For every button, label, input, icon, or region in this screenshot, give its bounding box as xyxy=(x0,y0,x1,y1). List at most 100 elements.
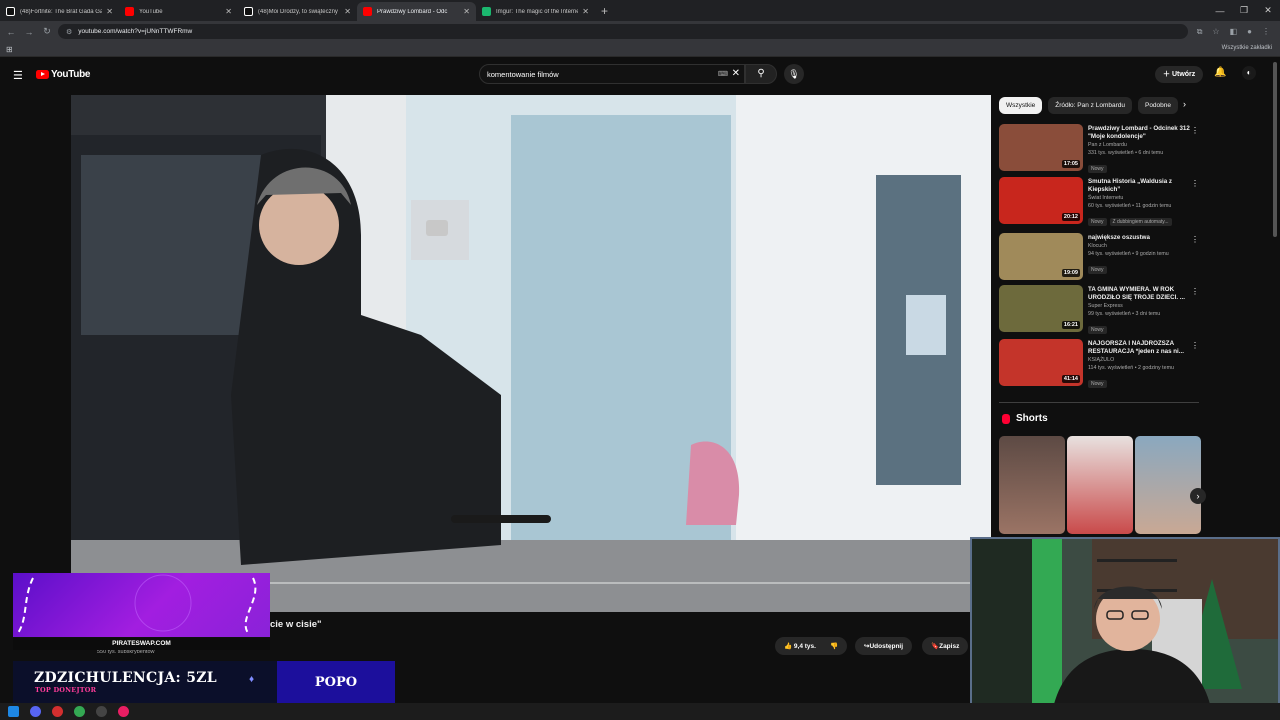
new-tab-button[interactable]: + xyxy=(601,4,608,18)
youtube-header: ☰ YouTube komentowanie filmów ⌨ ✕ ⚲ 🎙 ＋ … xyxy=(0,57,1280,92)
recommendation-info: największe oszustwa Klocuch 94 tys. wyśw… xyxy=(1088,234,1192,276)
video-thumbnail[interactable]: 20:12 xyxy=(999,177,1083,224)
notifications-bell-icon[interactable]: 🔔 xyxy=(1214,67,1226,78)
more-options-icon[interactable]: ⋮ xyxy=(1191,179,1199,188)
menu-kebab-icon[interactable]: ⋮ xyxy=(1262,27,1270,36)
recommendation-title[interactable]: Smutna Historia „Waldusia z Kiepskich” xyxy=(1088,178,1192,194)
video-player[interactable] xyxy=(71,95,991,612)
chip-similar[interactable]: Podobne xyxy=(1137,97,1179,114)
search-button[interactable]: ⚲ xyxy=(745,64,777,84)
obs-icon[interactable] xyxy=(96,706,107,717)
channel-name[interactable]: Pan z Lombardu xyxy=(1088,141,1192,149)
short-thumbnail[interactable] xyxy=(1135,436,1201,534)
close-tab-icon[interactable]: ✕ xyxy=(344,7,351,16)
more-options-icon[interactable]: ⋮ xyxy=(1191,235,1199,244)
url-text: youtube.com/watch?v=jUNnTTWFRmw xyxy=(78,28,193,35)
account-avatar[interactable]: ◐ xyxy=(1242,66,1256,80)
dislike-button[interactable]: 👎 xyxy=(830,642,838,650)
opera-icon[interactable] xyxy=(52,706,63,717)
channel-name[interactable]: Klocuch xyxy=(1088,242,1192,250)
share-label: Udostępnij xyxy=(869,642,904,650)
app-icon[interactable] xyxy=(118,706,129,717)
recommendation-title[interactable]: TA GMINA WYMIERA. W ROK URODZIŁO SIĘ TRO… xyxy=(1088,286,1192,302)
duration-badge: 20:12 xyxy=(1061,213,1080,221)
close-tab-icon[interactable]: ✕ xyxy=(106,7,113,16)
video-meta: 94 tys. wyświetleń • 9 godzin temu xyxy=(1088,251,1169,257)
browser-tab[interactable]: (48)Fortnite: The Brat Gada Gaa ✕ xyxy=(0,2,119,21)
all-bookmarks-link[interactable]: Wszystkie zakładki xyxy=(1222,45,1272,51)
new-badge: Nowy xyxy=(1088,326,1107,334)
recommendation-item[interactable]: 16:21 TA GMINA WYMIERA. W ROK URODZIŁO S… xyxy=(999,285,1199,335)
close-tab-icon[interactable]: ✕ xyxy=(463,7,470,16)
tab-title: Prawdziwy Lombard - Odc xyxy=(377,8,448,15)
forward-icon[interactable]: → xyxy=(20,27,38,37)
video-thumbnail[interactable]: 16:21 xyxy=(999,285,1083,332)
recommendation-title[interactable]: największe oszustwa xyxy=(1088,234,1192,242)
address-bar[interactable]: ⚙ youtube.com/watch?v=jUNnTTWFRmw xyxy=(58,24,1188,39)
site-info-icon[interactable]: ⚙ xyxy=(66,28,72,36)
close-tab-icon[interactable]: ✕ xyxy=(225,7,232,16)
profile-icon[interactable]: ● xyxy=(1247,27,1252,36)
video-thumbnail[interactable]: 41:14 xyxy=(999,339,1083,386)
extensions-icon[interactable]: ◧ xyxy=(1230,27,1238,36)
browser-tab[interactable]: Imgur: The magic of the Interne ✕ xyxy=(476,2,595,21)
channel-name[interactable]: KSIĄŻULO xyxy=(1088,356,1192,364)
install-icon[interactable]: ⧉ xyxy=(1197,27,1203,37)
channel-name[interactable]: Świat Internetu xyxy=(1088,194,1192,202)
video-thumbnail[interactable]: 17:05 xyxy=(999,124,1083,171)
minimize-icon[interactable]: — xyxy=(1208,6,1232,16)
save-button[interactable]: 🔖 Zapisz xyxy=(922,637,969,655)
share-button[interactable]: ↪ Udostępnij xyxy=(855,637,913,655)
back-icon[interactable]: ← xyxy=(2,27,20,37)
video-thumbnail[interactable]: 19:09 xyxy=(999,233,1083,280)
voice-search-button[interactable]: 🎙 xyxy=(784,64,804,84)
browser-tab[interactable]: YouTube ✕ xyxy=(119,2,238,21)
recommendation-info: TA GMINA WYMIERA. W ROK URODZIŁO SIĘ TRO… xyxy=(1088,286,1192,336)
duration-badge: 17:05 xyxy=(1061,160,1080,168)
more-options-icon[interactable]: ⋮ xyxy=(1191,126,1199,135)
recommendation-item[interactable]: 17:05 Prawdziwy Lombard - Odcinek 312 "M… xyxy=(999,124,1199,174)
bookmarks-bar: ⊞ Wszystkie zakładki xyxy=(0,42,1280,57)
discord-icon[interactable] xyxy=(30,706,41,717)
browser-tab-active[interactable]: Prawdziwy Lombard - Odc ✕ xyxy=(357,2,476,21)
toolbar-icons: ⧉ ☆ ◧ ● ⋮ xyxy=(1197,24,1270,39)
youtube-logo-text: YouTube xyxy=(51,69,91,80)
hamburger-menu-icon[interactable]: ☰ xyxy=(13,69,23,82)
youtube-logo[interactable]: YouTube xyxy=(36,69,91,80)
os-taskbar xyxy=(0,703,1280,720)
like-button[interactable]: 👍 9,4 tys. xyxy=(784,642,816,650)
video-meta: 99 tys. wyświetleń • 3 dni temu xyxy=(1088,311,1161,317)
chrome-icon[interactable] xyxy=(74,706,85,717)
reload-icon[interactable]: ↻ xyxy=(38,26,56,37)
window-controls: — ❐ ✕ xyxy=(1208,0,1280,21)
chevron-right-icon[interactable]: › xyxy=(1190,488,1206,504)
windows-start-icon[interactable] xyxy=(8,706,19,717)
video-meta: 331 tys. wyświetleń • 6 dni temu xyxy=(1088,150,1164,156)
short-thumbnail[interactable] xyxy=(1067,436,1133,534)
short-thumbnail[interactable] xyxy=(999,436,1065,534)
recommendation-title[interactable]: NAJGORSZA I NAJDROŻSZA RESTAURACJA *jede… xyxy=(1088,340,1192,356)
page-scrollbar[interactable] xyxy=(1273,62,1277,237)
keyboard-icon[interactable]: ⌨ xyxy=(718,70,728,78)
bookmark-star-icon[interactable]: ☆ xyxy=(1212,27,1219,36)
create-button[interactable]: ＋ Utwórz xyxy=(1155,66,1204,83)
chip-all[interactable]: Wszystkie xyxy=(999,97,1043,114)
chevron-right-icon[interactable]: › xyxy=(1183,99,1186,109)
apps-grid-icon[interactable]: ⊞ xyxy=(6,45,13,54)
close-tab-icon[interactable]: ✕ xyxy=(582,7,589,16)
recommendation-item[interactable]: 20:12 Smutna Historia „Waldusia z Kiepsk… xyxy=(999,177,1199,227)
tab-title: (48)Moi Drodzy, to świąteczny xyxy=(258,8,338,15)
recommendation-title[interactable]: Prawdziwy Lombard - Odcinek 312 "Moje ko… xyxy=(1088,125,1192,141)
recommendation-item[interactable]: 19:09 największe oszustwa Klocuch 94 tys… xyxy=(999,233,1199,283)
clear-search-icon[interactable]: ✕ xyxy=(732,68,740,79)
browser-tab[interactable]: (48)Moi Drodzy, to świąteczny ✕ xyxy=(238,2,357,21)
maximize-icon[interactable]: ❐ xyxy=(1232,5,1256,16)
channel-name[interactable]: Super Express xyxy=(1088,302,1192,310)
more-options-icon[interactable]: ⋮ xyxy=(1191,341,1199,350)
close-window-icon[interactable]: ✕ xyxy=(1256,5,1280,16)
search-input[interactable]: komentowanie filmów ⌨ ✕ xyxy=(479,64,745,84)
more-options-icon[interactable]: ⋮ xyxy=(1191,287,1199,296)
video-progress-bar[interactable] xyxy=(270,582,970,584)
recommendation-item[interactable]: 41:14 NAJGORSZA I NAJDROŻSZA RESTAURACJA… xyxy=(999,339,1199,389)
chip-source[interactable]: Źródło: Pan z Lombardu xyxy=(1048,97,1132,114)
